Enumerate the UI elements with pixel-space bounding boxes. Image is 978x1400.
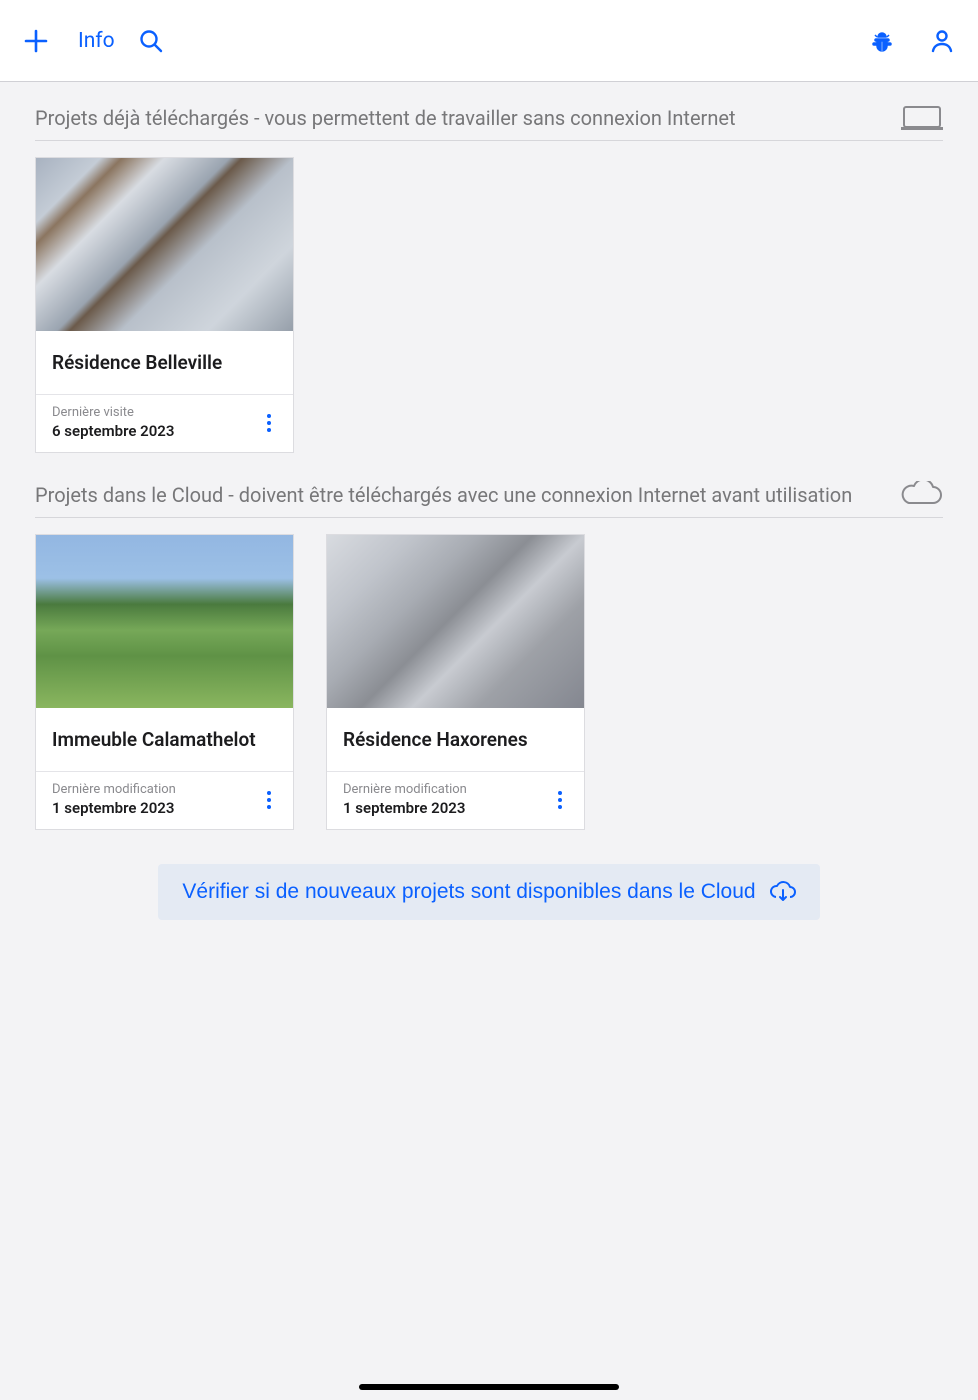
plus-icon bbox=[23, 28, 49, 54]
section-header-downloaded: Projets déjà téléchargés - vous permette… bbox=[35, 104, 943, 132]
project-card[interactable]: Résidence Belleville Dernière visite 6 s… bbox=[35, 157, 294, 453]
bug-icon bbox=[870, 29, 894, 53]
card-meta: Dernière modification 1 septembre 2023 bbox=[52, 782, 176, 817]
card-meta-label: Dernière visite bbox=[52, 405, 174, 420]
info-link[interactable]: Info bbox=[78, 29, 115, 53]
project-title: Immeuble Calamathelot bbox=[52, 728, 277, 751]
card-footer: Dernière visite 6 septembre 2023 bbox=[36, 395, 293, 452]
search-button[interactable] bbox=[137, 27, 165, 55]
cloud-download-icon bbox=[770, 881, 796, 903]
check-cloud-label: Vérifier si de nouveaux projets sont dis… bbox=[182, 880, 755, 904]
debug-button[interactable] bbox=[868, 27, 896, 55]
card-footer: Dernière modification 1 septembre 2023 bbox=[36, 772, 293, 829]
card-meta-value: 1 septembre 2023 bbox=[52, 799, 176, 817]
header-left: Info bbox=[22, 27, 165, 55]
home-indicator bbox=[359, 1384, 619, 1390]
cards-row-downloaded: Résidence Belleville Dernière visite 6 s… bbox=[35, 157, 943, 453]
cards-row-cloud: Immeuble Calamathelot Dernière modificat… bbox=[35, 534, 943, 830]
project-more-button[interactable] bbox=[261, 787, 277, 813]
profile-button[interactable] bbox=[928, 27, 956, 55]
search-icon bbox=[138, 28, 164, 54]
section-divider bbox=[35, 140, 943, 141]
project-more-button[interactable] bbox=[261, 410, 277, 436]
check-cloud-button[interactable]: Vérifier si de nouveaux projets sont dis… bbox=[158, 864, 819, 920]
main-content: Projets déjà téléchargés - vous permette… bbox=[0, 82, 978, 920]
more-vertical-icon bbox=[267, 791, 271, 795]
project-thumbnail bbox=[36, 535, 293, 708]
section-divider bbox=[35, 517, 943, 518]
project-title: Résidence Belleville bbox=[52, 351, 277, 374]
header-right bbox=[868, 27, 956, 55]
section-header-cloud: Projets dans le Cloud - doivent être tél… bbox=[35, 481, 943, 509]
card-footer: Dernière modification 1 septembre 2023 bbox=[327, 772, 584, 829]
cloud-icon bbox=[899, 481, 943, 509]
card-meta-value: 1 septembre 2023 bbox=[343, 799, 467, 817]
add-button[interactable] bbox=[22, 27, 50, 55]
project-more-button[interactable] bbox=[552, 787, 568, 813]
project-card[interactable]: Résidence Haxorenes Dernière modificatio… bbox=[326, 534, 585, 830]
more-vertical-icon bbox=[267, 414, 271, 418]
project-title: Résidence Haxorenes bbox=[343, 728, 568, 751]
card-meta-label: Dernière modification bbox=[52, 782, 176, 797]
card-meta: Dernière modification 1 septembre 2023 bbox=[343, 782, 467, 817]
card-meta: Dernière visite 6 septembre 2023 bbox=[52, 405, 174, 440]
device-icon bbox=[901, 104, 943, 132]
card-title-wrap: Résidence Haxorenes bbox=[327, 708, 584, 772]
app-header: Info bbox=[0, 0, 978, 82]
section-title-downloaded: Projets déjà téléchargés - vous permette… bbox=[35, 105, 891, 131]
card-meta-label: Dernière modification bbox=[343, 782, 467, 797]
card-meta-value: 6 septembre 2023 bbox=[52, 422, 174, 440]
section-title-cloud: Projets dans le Cloud - doivent être tél… bbox=[35, 482, 889, 508]
project-thumbnail bbox=[327, 535, 584, 708]
project-card[interactable]: Immeuble Calamathelot Dernière modificat… bbox=[35, 534, 294, 830]
card-title-wrap: Résidence Belleville bbox=[36, 331, 293, 395]
user-icon bbox=[929, 28, 955, 54]
card-title-wrap: Immeuble Calamathelot bbox=[36, 708, 293, 772]
project-thumbnail bbox=[36, 158, 293, 331]
more-vertical-icon bbox=[558, 791, 562, 795]
